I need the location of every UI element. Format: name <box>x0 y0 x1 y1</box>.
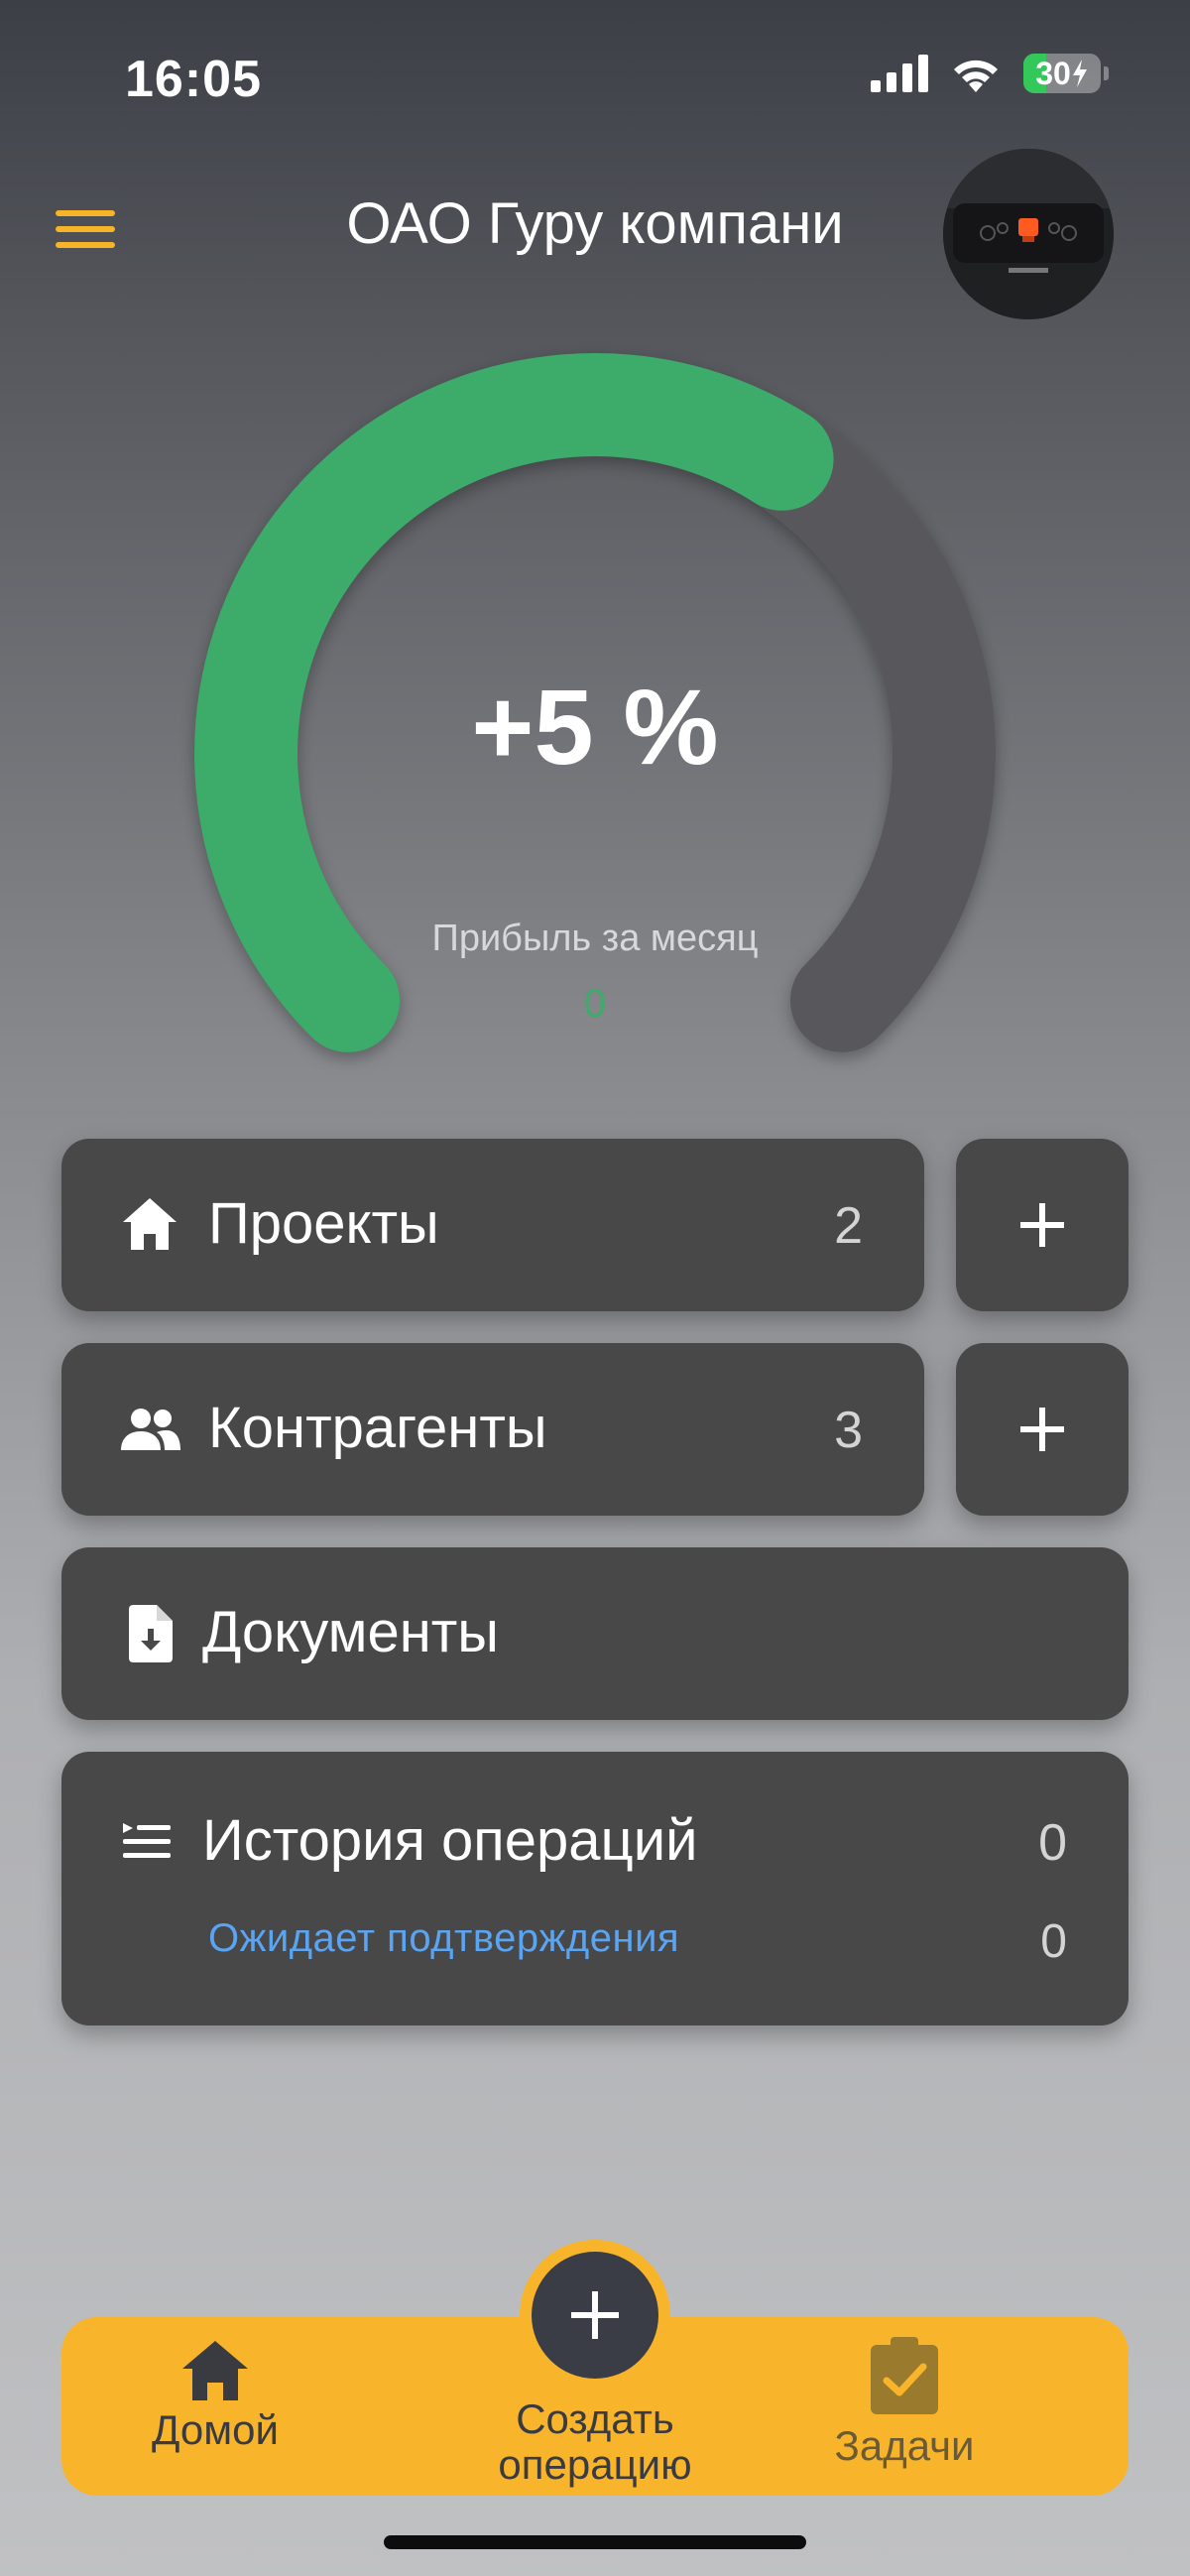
header: ОАО Гуру компани <box>0 149 1190 319</box>
counterparties-button[interactable]: Контрагенты 3 <box>61 1343 924 1516</box>
avatar-image <box>943 149 1114 319</box>
list-icon <box>123 1823 171 1858</box>
status-time: 16:05 <box>125 51 262 108</box>
history-label: История операций <box>202 1808 698 1873</box>
history-count: 0 <box>1038 1814 1067 1872</box>
documents-label: Документы <box>202 1600 499 1664</box>
pending-count: 0 <box>1040 1915 1067 1968</box>
signal-icon <box>871 55 928 92</box>
nav-home[interactable]: Домой <box>131 2339 299 2453</box>
nav-tasks-label: Задачи <box>834 2422 975 2469</box>
plus-icon <box>1020 1408 1064 1451</box>
nav-tasks[interactable]: Задачи <box>815 2337 994 2469</box>
status-icons: 30 <box>871 54 1109 93</box>
nav-home-label: Домой <box>152 2406 279 2453</box>
profit-gauge: +5 % Прибыль за месяц 0 <box>178 337 1012 1091</box>
plus-icon <box>1020 1203 1064 1247</box>
avatar[interactable] <box>943 149 1114 319</box>
battery-icon: 30 <box>1023 54 1109 93</box>
add-project-button[interactable] <box>956 1139 1129 1311</box>
gauge-value: +5 % <box>471 667 719 787</box>
home-indicator[interactable] <box>384 2535 806 2549</box>
charging-bolt-icon <box>1072 60 1087 87</box>
nav-create-label-line2: операцию <box>498 2441 692 2488</box>
document-download-icon <box>129 1605 173 1662</box>
projects-button[interactable]: Проекты 2 <box>61 1139 924 1311</box>
home-icon <box>182 2341 248 2400</box>
clipboard-check-icon <box>871 2337 938 2414</box>
gauge-sub-value: 0 <box>583 982 607 1026</box>
nav-create-operation[interactable]: Создать операцию <box>446 2396 744 2488</box>
users-icon <box>121 1409 180 1450</box>
nav-create-label-line1: Создать <box>516 2395 674 2442</box>
battery-percent: 30 <box>1035 55 1071 91</box>
projects-label: Проекты <box>208 1191 439 1256</box>
add-counterparty-button[interactable] <box>956 1343 1129 1516</box>
projects-count: 2 <box>834 1197 863 1255</box>
pending-confirmation-link[interactable]: Ожидает подтверждения <box>208 1916 679 1961</box>
history-button[interactable]: История операций 0 Ожидает подтверждения… <box>61 1752 1129 2025</box>
create-operation-fab[interactable] <box>532 2252 658 2379</box>
counterparties-count: 3 <box>834 1402 863 1459</box>
home-icon <box>123 1198 177 1250</box>
plus-icon <box>571 2291 619 2339</box>
documents-button[interactable]: Документы <box>61 1547 1129 1720</box>
counterparties-label: Контрагенты <box>208 1396 547 1460</box>
status-bar: 16:05 30 <box>0 0 1190 139</box>
gauge-label: Прибыль за месяц <box>431 918 759 959</box>
wifi-icon <box>954 60 998 92</box>
